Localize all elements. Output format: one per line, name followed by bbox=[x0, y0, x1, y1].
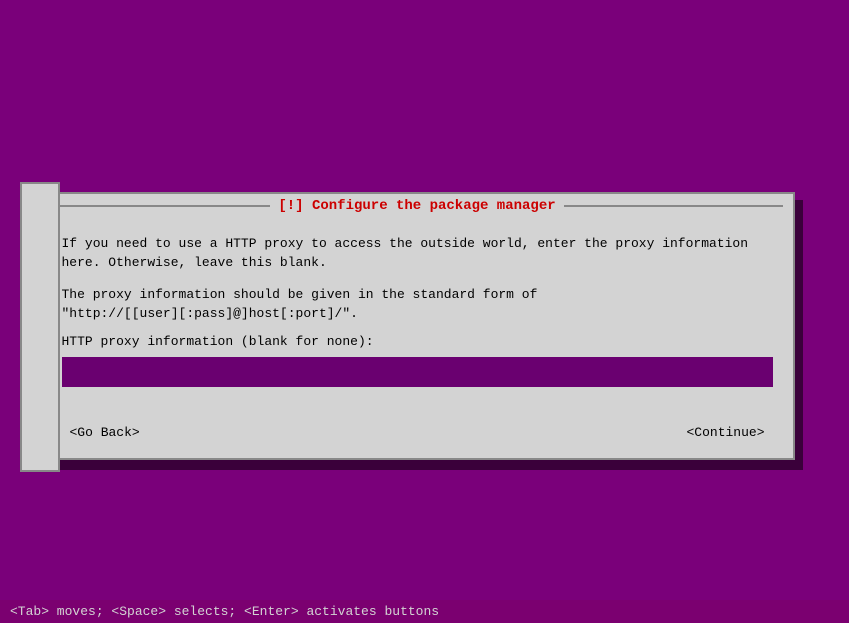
title-line-right bbox=[564, 205, 783, 207]
body-text-2: The proxy information should be given in… bbox=[62, 285, 773, 324]
continue-button[interactable]: <Continue> bbox=[678, 423, 772, 442]
proxy-input[interactable] bbox=[69, 364, 766, 379]
go-back-button[interactable]: <Go Back> bbox=[62, 423, 148, 442]
status-bar: <Tab> moves; <Space> selects; <Enter> ac… bbox=[0, 600, 849, 623]
dialog-wrapper: [!] Configure the package manager If you… bbox=[0, 0, 849, 623]
dialog-title: [!] Configure the package manager bbox=[270, 198, 563, 214]
proxy-input-container[interactable] bbox=[62, 357, 773, 387]
dialog-title-bar: [!] Configure the package manager bbox=[42, 194, 793, 218]
dialog-content: If you need to use a HTTP proxy to acces… bbox=[42, 218, 793, 419]
dialog-buttons: <Go Back> <Continue> bbox=[42, 419, 793, 458]
proxy-label: HTTP proxy information (blank for none): bbox=[62, 332, 773, 352]
configure-package-manager-dialog: [!] Configure the package manager If you… bbox=[40, 192, 795, 460]
body-text-1: If you need to use a HTTP proxy to acces… bbox=[62, 234, 773, 273]
status-bar-text: <Tab> moves; <Space> selects; <Enter> ac… bbox=[10, 604, 439, 619]
title-line-left bbox=[52, 205, 271, 207]
left-partial-decoration bbox=[20, 182, 60, 472]
